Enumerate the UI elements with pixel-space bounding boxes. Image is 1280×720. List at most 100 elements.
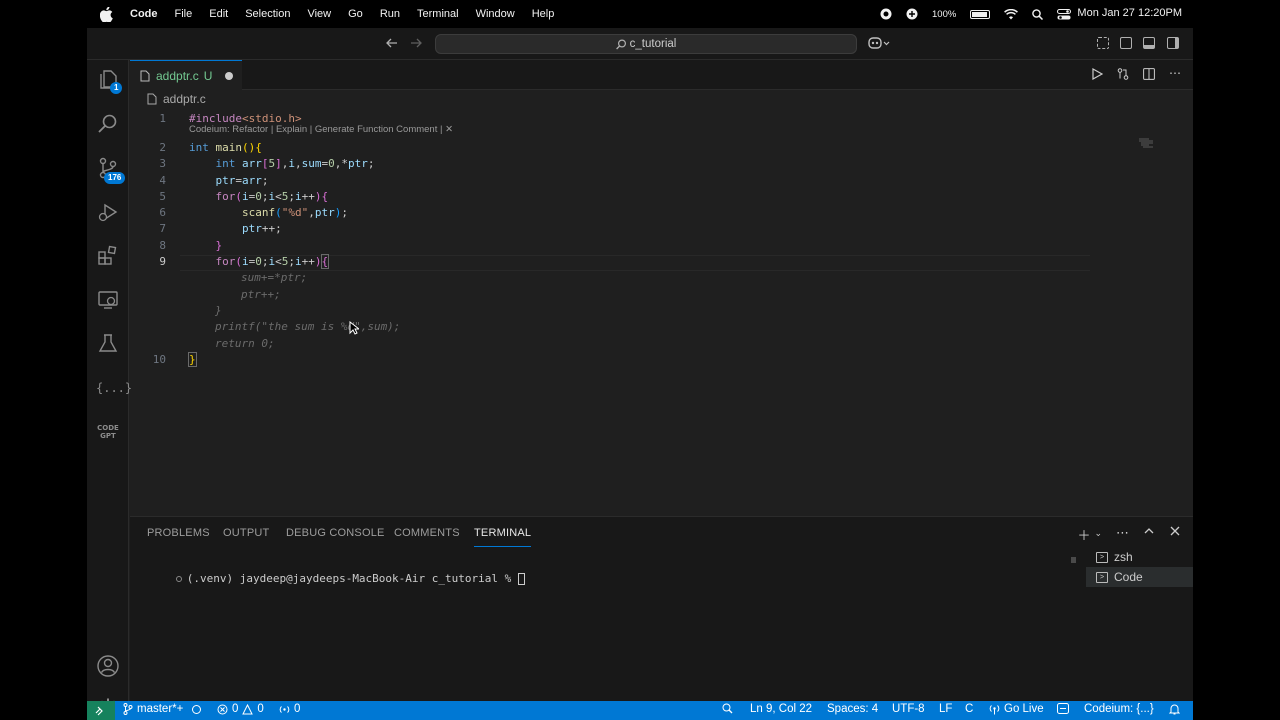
broadcast-icon [279,705,290,713]
code-line-10: } [188,352,197,367]
menu-selection[interactable]: Selection [245,8,290,20]
tab-addptr-c[interactable]: addptr.c U [130,60,242,90]
close-panel-icon[interactable] [1169,525,1181,544]
broadcast-icon [989,704,1000,714]
extensions-icon[interactable] [96,244,120,268]
json-braces-icon[interactable]: {...} [96,376,132,400]
screen-share-icon[interactable] [906,8,918,20]
menu-file[interactable]: File [175,8,193,20]
terminal-icon: > [1096,571,1108,583]
remote-explorer-icon[interactable] [96,288,120,312]
code-line-4: ptr=arr; [215,174,269,187]
explorer-icon[interactable]: 1 [96,68,123,94]
encoding[interactable]: UTF-8 [892,703,925,715]
unsaved-dot-icon[interactable] [225,71,234,80]
source-control-badge: 176 [104,172,126,184]
git-branch[interactable]: master*+ [123,703,202,715]
spotlight-search-icon[interactable] [1032,8,1044,20]
sync-icon[interactable] [191,704,202,715]
line-number: 3 [159,157,166,170]
menu-window[interactable]: Window [476,8,515,20]
search-icon [615,38,627,50]
tab-comments[interactable]: COMMENTS [394,527,460,539]
ghost-suggestion-line: printf("the sum is %d",sum); [215,320,401,333]
menu-edit[interactable]: Edit [209,8,228,20]
control-center-icon[interactable] [1057,8,1072,20]
zoom-search-icon[interactable] [722,703,733,714]
breadcrumb-file-icon [147,93,157,105]
vscode-window: c_tutorial 1 176 {...} CODE GPT addptr.c… [87,28,1193,720]
more-actions-icon[interactable]: ⋯ [1116,525,1129,544]
go-forward-icon[interactable] [409,36,423,50]
ghost-suggestion-line: } [215,304,222,317]
new-terminal-icon[interactable]: ＋ [1077,525,1090,544]
line-number: 7 [159,222,166,235]
line-number-active: 9 [159,255,166,268]
menu-go[interactable]: Go [348,8,363,20]
line-number: 2 [159,141,166,154]
line-number: 5 [159,190,166,203]
apple-menu-icon[interactable] [100,6,116,22]
toggle-panel-icon[interactable] [1143,37,1155,49]
more-actions-icon[interactable]: ⋯ [1169,67,1181,80]
codeium-codelens[interactable]: Codeium: Refactor | Explain | Generate F… [189,124,453,135]
minimap[interactable] [1139,138,1159,150]
wifi-icon[interactable] [1004,8,1019,20]
cursor-position[interactable]: Ln 9, Col 22 [750,703,812,715]
copilot-icon[interactable] [868,36,890,50]
customize-layout-icon[interactable] [1097,37,1109,49]
terminal-output[interactable]: (.venv) jaydeep@jaydeeps-MacBook-Air c_t… [136,559,525,598]
tab-terminal[interactable]: TERMINAL [474,527,532,547]
go-back-icon[interactable] [385,36,399,50]
end-of-line[interactable]: LF [939,703,952,715]
toggle-primary-sidebar-icon[interactable] [1120,37,1132,49]
line-number: 1 [159,112,166,125]
bottom-panel: PROBLEMS OUTPUT DEBUG CONSOLE COMMENTS T… [130,516,1193,701]
source-control-icon[interactable]: 176 [96,156,126,184]
codegpt-icon[interactable]: CODE GPT [96,420,120,444]
maximize-panel-icon[interactable] [1143,525,1155,544]
app-menu-code[interactable]: Code [130,8,158,20]
record-icon[interactable] [880,8,892,20]
run-debug-icon[interactable] [96,200,120,224]
terminal-cursor [517,573,525,585]
menu-run[interactable]: Run [380,8,400,20]
command-center-search[interactable]: c_tutorial [435,34,857,54]
breadcrumb-file[interactable]: addptr.c [163,92,206,106]
menu-terminal[interactable]: Terminal [417,8,459,20]
tab-debug-console[interactable]: DEBUG CONSOLE [286,527,385,539]
terminal-item-code[interactable]: > Code [1086,567,1193,587]
code-editor[interactable]: 1 2 3 4 5 6 7 8 9 10 #include<stdio.h> C… [130,110,1193,515]
menu-help[interactable]: Help [532,8,555,20]
go-live-button[interactable]: Go Live [989,703,1044,715]
notifications-bell-icon[interactable] [1169,703,1180,715]
indentation[interactable]: Spaces: 4 [827,703,878,715]
terminal-item-zsh[interactable]: > zsh [1086,547,1193,567]
line-number: 6 [159,206,166,219]
accounts-icon[interactable] [96,654,120,678]
terminal-prompt: (.venv) jaydeep@jaydeeps-MacBook-Air c_t… [186,572,518,585]
testing-icon[interactable] [96,332,120,356]
problems-indicator[interactable]: 0 0 [217,703,264,715]
tab-problems[interactable]: PROBLEMS [147,527,210,539]
battery-icon[interactable] [970,9,991,19]
search-view-icon[interactable] [96,112,120,136]
split-editor-icon[interactable] [1143,68,1155,80]
menu-view[interactable]: View [307,8,331,20]
remote-indicator[interactable] [87,701,115,720]
menubar-clock[interactable]: Mon Jan 27 12:20PM [1077,7,1182,19]
branch-icon [123,703,133,715]
language-mode[interactable]: C [965,703,973,715]
editor-actions: ⋯ [1091,67,1181,80]
ports-forward-icon[interactable] [1057,703,1069,714]
ports-indicator[interactable]: 0 [279,703,300,715]
toggle-secondary-sidebar-icon[interactable] [1167,37,1179,49]
run-file-icon[interactable] [1091,68,1103,80]
compare-changes-icon[interactable] [1117,68,1129,80]
codeium-status[interactable]: Codeium: {...} [1084,703,1154,715]
go-live-label: Go Live [1004,703,1044,715]
terminal-scrollbar[interactable] [1071,557,1076,563]
warning-icon [242,703,254,714]
tab-output[interactable]: OUTPUT [223,527,269,539]
chevron-down-icon[interactable]: ⌄ [1094,525,1102,544]
